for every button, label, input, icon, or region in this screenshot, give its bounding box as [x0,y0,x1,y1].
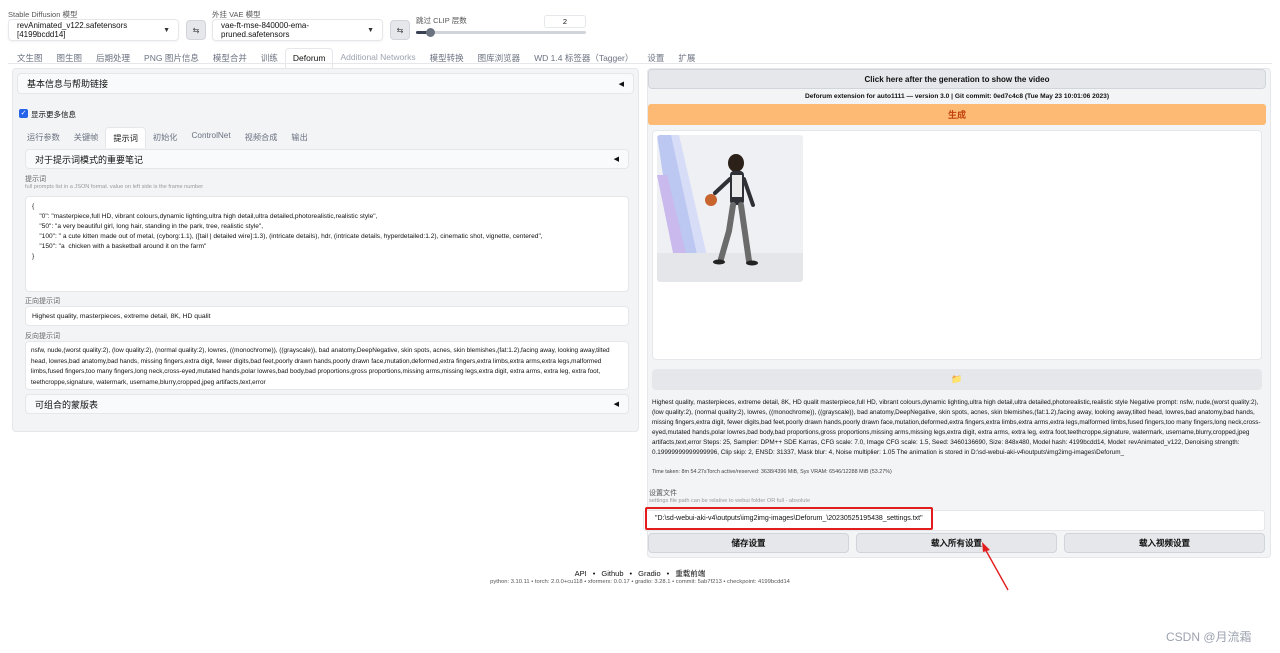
negative-prompt-label: 反向提示词 [25,333,60,340]
footer-version-info: python: 3.10.11 • torch: 2.0.0+cu118 • x… [490,579,790,585]
prompts-line: "150": "a chicken with a basketball arou… [32,243,207,250]
deforum-subtabs: 运行参数 关键帧 提示词 初始化 ControlNet 视频合成 输出 [20,127,315,148]
tab-additional-networks[interactable]: Additional Networks [333,48,422,68]
tab-png-info[interactable]: PNG 图片信息 [137,48,206,68]
negative-prompt-textarea[interactable]: nsfw, nude,(worst quality:2), (low quali… [25,341,629,390]
collapse-triangle-icon: ◀ [618,80,624,88]
footer-links: API • Github • Gradio • 重载前端 [0,568,1280,579]
tab-deforum[interactable]: Deforum [284,48,334,68]
chevron-down-icon: ▼ [367,26,374,34]
subtab-init[interactable]: 初始化 [146,127,185,148]
positive-prompt-label: 正向提示词 [25,298,60,305]
tab-extensions[interactable]: 扩展 [671,48,702,68]
footer-separator: • [592,569,596,578]
footer-link-gradio[interactable]: Gradio [638,569,661,578]
footer-separator: • [629,569,633,578]
save-settings-button[interactable]: 储存设置 [648,533,849,553]
tab-train[interactable]: 训练 [254,48,285,68]
clip-skip-input[interactable]: 2 [544,15,586,28]
output-image-picture [657,135,803,282]
notes-accordion-title: 对于提示词模式的重要笔记 [35,154,144,165]
tab-settings[interactable]: 设置 [640,48,671,68]
prompts-textarea[interactable]: { "0": "masterpiece,full HD, vibrant col… [25,196,629,292]
footer-link-reload-ui[interactable]: 重载前端 [675,568,705,579]
show-video-button[interactable]: Click here after the generation to show … [648,69,1266,89]
tab-model-convert[interactable]: 模型转换 [423,48,471,68]
main-tabs: 文生图 图生图 后期处理 PNG 图片信息 模型合并 训练 Deforum Ad… [10,48,702,68]
prompts-line: { [32,203,35,210]
open-folder-button[interactable]: 📁 [652,369,1262,390]
tab-extras[interactable]: 后期处理 [89,48,137,68]
prompts-line: } [32,253,35,260]
generation-info: Highest quality, masterpieces, extreme d… [652,399,1261,456]
chevron-down-icon: ▼ [163,26,170,34]
generate-button[interactable]: 生成 [648,104,1266,125]
vae-value: vae-ft-mse-840000-ema-pruned.safetensors [221,21,310,39]
load-all-settings-button[interactable]: 载入所有设置 [856,533,1057,553]
show-more-label: 显示更多信息 [31,110,76,119]
swap-icon: ⇆ [396,25,404,35]
swap-icon: ⇆ [192,25,200,35]
footer-link-github[interactable]: Github [601,569,623,578]
subtab-output[interactable]: 输出 [284,127,314,148]
sd-model-dropdown[interactable]: revAnimated_v122.safetensors [4199bcdd14… [8,19,179,41]
folder-icon: 📁 [951,374,963,384]
subtab-prompts[interactable]: 提示词 [105,127,146,148]
vae-dropdown[interactable]: vae-ft-mse-840000-ema-pruned.safetensors… [212,19,383,41]
prompts-line: "100": " a cute kitten made out of metal… [32,233,543,240]
clip-skip-slider[interactable] [416,28,586,37]
prompts-line: "50": "a very beautiful girl, long hair,… [32,223,264,230]
subtab-controlnet[interactable]: ControlNet [185,127,238,148]
prompts-hint: full prompts list in a JSON format. valu… [25,184,204,190]
show-more-checkbox[interactable]: ✓ [19,109,28,118]
prompts-label: 提示词 [25,176,46,183]
annotation-arrow-icon [982,542,1009,591]
tab-tagger[interactable]: WD 1.4 标签器（Tagger） [527,48,640,68]
load-video-settings-button[interactable]: 载入视频设置 [1064,533,1265,553]
mask-accordion-title: 可组合的蒙版表 [35,399,99,410]
tab-checkpoint-merger[interactable]: 模型合并 [206,48,254,68]
settings-file-hint: settings file path can be relative to we… [649,498,811,504]
sd-model-value: revAnimated_v122.safetensors [4199bcdd14… [17,21,128,39]
output-image[interactable] [657,135,803,282]
time-taken-text: Time taken: 8m 54.27sTorch active/reserv… [652,469,892,475]
tab-img2img[interactable]: 图生图 [50,48,90,68]
refresh-vae-button[interactable]: ⇆ [390,20,410,40]
clip-skip-label: 跳过 CLIP 层数 [416,16,467,25]
info-accordion[interactable]: 基本信息与帮助链接 ◀ [17,73,634,94]
subtab-video[interactable]: 视频合成 [238,127,285,148]
version-text: Deforum extension for auto1111 — version… [804,93,1110,100]
info-accordion-title: 基本信息与帮助链接 [27,79,109,89]
tab-txt2img[interactable]: 文生图 [10,48,50,68]
footer-link-api[interactable]: API [575,569,587,578]
settings-path-input[interactable]: "D:\sd-webui-aki-v4\outputs\img2img-imag… [645,507,933,530]
settings-file-label: 设置文件 [649,490,677,497]
prompts-line: "0": "masterpiece,full HD, vibrant colou… [32,213,378,220]
subtab-keyframes[interactable]: 关键帧 [67,127,106,148]
clip-skip-handle[interactable] [425,28,435,37]
tab-image-browser[interactable]: 图库浏览器 [471,48,528,68]
positive-prompt-input[interactable]: Highest quality, masterpieces, extreme d… [25,306,629,326]
tabs-divider [8,63,1272,64]
refresh-models-button[interactable]: ⇆ [186,20,206,40]
collapse-triangle-icon: ◀ [613,401,619,408]
footer-separator: • [666,569,670,578]
collapse-triangle-icon: ◀ [613,156,619,163]
composable-mask-accordion[interactable]: 可组合的蒙版表 ◀ [25,394,629,414]
csdn-watermark: CSDN @月流霜 [1166,630,1252,644]
subtab-run[interactable]: 运行参数 [20,127,67,148]
notes-accordion[interactable]: 对于提示词模式的重要笔记 ◀ [25,149,629,169]
